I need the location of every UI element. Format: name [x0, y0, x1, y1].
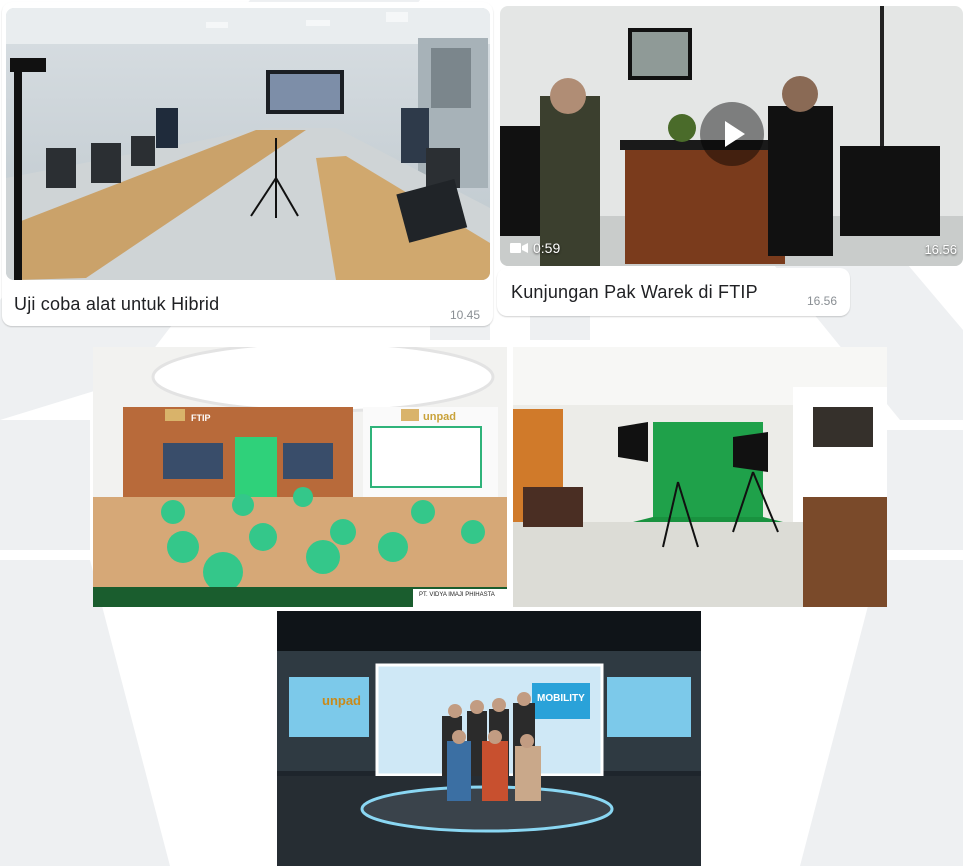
classroom-render-photo: FTIP unpad PT. VIDYA IMAJI PHIHASTA	[93, 347, 507, 607]
message-caption: Uji coba alat untuk Hibrid	[14, 294, 220, 314]
play-icon[interactable]	[700, 102, 764, 166]
video-overlay-timestamp: 16.56	[924, 242, 957, 257]
video-duration: 0:59	[510, 240, 560, 256]
message-bubble-photo[interactable]: Uji coba alat untuk Hibrid 10.45	[2, 2, 493, 326]
video-camera-icon	[510, 243, 528, 253]
vendor-label: PT. VIDYA IMAJI PHIHASTA	[419, 592, 495, 598]
room-sign-ftip: FTIP	[191, 413, 211, 423]
message-timestamp: 16.56	[807, 294, 838, 308]
video-duration-label: 0:59	[533, 240, 561, 256]
video-thumbnail[interactable]: 0:59 16.56	[500, 6, 963, 266]
room-sign-unpad: unpad	[423, 411, 456, 423]
virtual-studio-photo: unpad MOBILITY	[277, 611, 701, 866]
green-screen-studio-photo	[513, 347, 887, 607]
message-timestamp: 10.45	[450, 308, 481, 322]
studio-banner-unpad: unpad	[322, 693, 361, 708]
message-bubble-video-caption[interactable]: Kunjungan Pak Warek di FTIP 16.56	[497, 268, 850, 316]
studio-banner-mobility: MOBILITY	[537, 693, 585, 704]
hybrid-meeting-room-photo[interactable]	[6, 8, 490, 280]
message-caption: Kunjungan Pak Warek di FTIP	[511, 282, 758, 302]
